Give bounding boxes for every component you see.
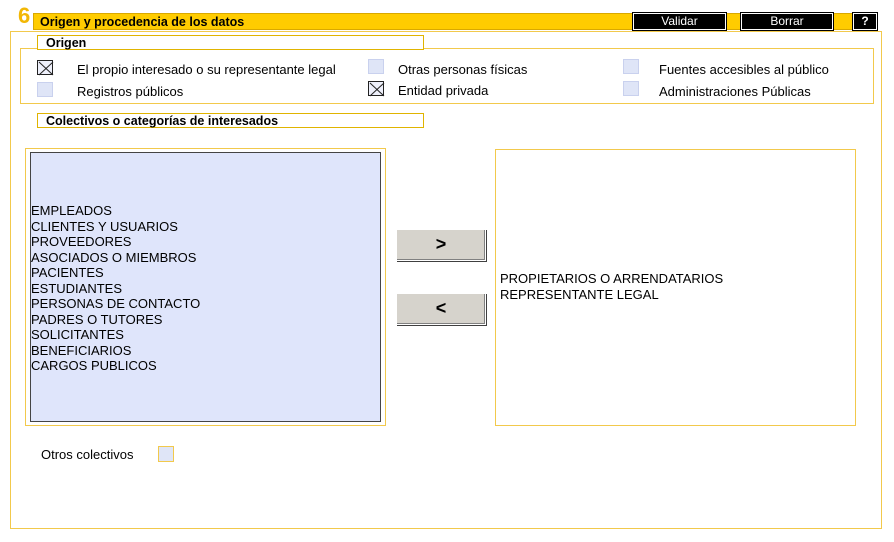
label-administraciones-publicas: Administraciones Públicas: [659, 84, 811, 99]
available-colectivos-list[interactable]: EMPLEADOS CLIENTES Y USUARIOS PROVEEDORE…: [30, 152, 381, 422]
otros-colectivos-label: Otros colectivos: [41, 447, 134, 462]
list-item[interactable]: ASOCIADOS O MIEMBROS: [31, 250, 380, 266]
list-item[interactable]: PROPIETARIOS O ARRENDATARIOS: [500, 271, 855, 287]
section-title: Origen y procedencia de los datos: [40, 15, 245, 29]
help-button[interactable]: ?: [852, 12, 878, 31]
label-entidad-privada: Entidad privada: [398, 83, 489, 98]
move-right-button[interactable]: >: [396, 229, 486, 261]
check-x-icon: [38, 61, 54, 76]
label-fuentes-accesibles: Fuentes accesibles al público: [659, 62, 829, 77]
list-item[interactable]: SOLICITANTES: [31, 327, 380, 343]
list-item[interactable]: ESTUDIANTES: [31, 281, 380, 297]
borrar-button[interactable]: Borrar: [740, 12, 834, 31]
list-item[interactable]: PROVEEDORES: [31, 234, 380, 250]
list-item[interactable]: PERSONAS DE CONTACTO: [31, 296, 380, 312]
selected-colectivos-list[interactable]: PROPIETARIOS O ARRENDATARIOS REPRESENTAN…: [495, 149, 856, 426]
label-otras-personas-fisicas: Otras personas físicas: [398, 62, 528, 77]
checkbox-administraciones-publicas[interactable]: [623, 81, 639, 96]
checkbox-propio-interesado[interactable]: [37, 60, 54, 76]
colectivos-legend: Colectivos o categorías de interesados: [37, 113, 424, 128]
checkbox-registros-publicos[interactable]: [37, 82, 53, 97]
origen-legend: Origen: [37, 35, 424, 50]
section-number: 6: [18, 3, 31, 28]
label-propio-interesado: El propio interesado o su representante …: [77, 62, 336, 77]
checkbox-entidad-privada[interactable]: [368, 81, 385, 97]
checkbox-otras-personas-fisicas[interactable]: [368, 59, 384, 74]
list-item[interactable]: PACIENTES: [31, 265, 380, 281]
validar-button[interactable]: Validar: [632, 12, 727, 31]
label-registros-publicos: Registros públicos: [77, 84, 184, 99]
move-left-button[interactable]: <: [396, 293, 486, 325]
otros-colectivos-checkbox[interactable]: [158, 446, 174, 462]
list-item[interactable]: CLIENTES Y USUARIOS: [31, 219, 380, 235]
list-item[interactable]: BENEFICIARIOS: [31, 343, 380, 359]
checkbox-fuentes-accesibles[interactable]: [623, 59, 639, 74]
list-item[interactable]: REPRESENTANTE LEGAL: [500, 287, 855, 303]
list-item[interactable]: EMPLEADOS: [31, 203, 380, 219]
list-item[interactable]: CARGOS PUBLICOS: [31, 358, 380, 374]
list-item[interactable]: PADRES O TUTORES: [31, 312, 380, 328]
check-x-icon: [369, 82, 385, 97]
